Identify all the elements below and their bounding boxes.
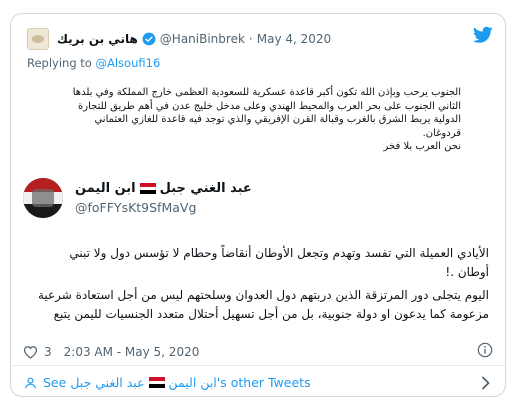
replying-to-line: Replying to @Alsoufi16 [27, 56, 467, 70]
author-name-part1: ابن اليمن [75, 181, 136, 196]
tweet-timestamp[interactable]: 2:03 AM - May 5, 2020 [64, 345, 200, 359]
quoted-text-line: الدولية يربط الشرق بالغرب وقبالة القرن ا… [94, 114, 461, 125]
author-name[interactable]: ابن اليمن عبد الغني جبل [75, 181, 252, 196]
separator-dot: · [248, 32, 253, 46]
tweet-meta-row: 3 2:03 AM - May 5, 2020 [23, 345, 199, 359]
footer-name-part1: ابن اليمن [168, 375, 217, 390]
see-label: See [43, 375, 67, 390]
quoted-tweet[interactable]: هاني بن بريك @HaniBinbrek · May 4, 2020 … [27, 28, 467, 70]
tweet-text-line: مزعومة كما يدعون او دولة جنوبية، بل من أ… [53, 307, 489, 321]
twitter-bird-icon[interactable] [473, 26, 493, 44]
tweet-text-line: اليوم يتجلى دور المرتزقة الذين دربتهم دو… [37, 288, 489, 302]
replying-to-link[interactable]: @Alsoufi16 [96, 56, 161, 70]
tweet-footer: See عبد الغني جبل ابن اليمن 's other Twe… [11, 365, 505, 396]
quoted-author-handle[interactable]: @HaniBinbrek [160, 32, 245, 46]
tweet-text-line: أوطان .! [445, 265, 489, 279]
yemen-flag-icon [139, 183, 156, 194]
tweet-text: الأيادي العميلة التي تفسد وتهدم وتجعل ال… [23, 244, 489, 324]
author-avatar[interactable] [23, 178, 63, 218]
quoted-tweet-header: هاني بن بريك @HaniBinbrek · May 4, 2020 [27, 28, 467, 50]
person-icon [25, 377, 36, 388]
replying-prefix: Replying to [27, 56, 96, 70]
quoted-tweet-date[interactable]: May 4, 2020 [257, 32, 331, 46]
quoted-text-line: الثاني الجنوب على بحر العرب والمحيط الهن… [78, 100, 461, 112]
heart-icon[interactable] [23, 345, 38, 359]
tweet-text-line: الأيادي العميلة التي تفسد وتهدم وتجعل ال… [69, 246, 489, 260]
quoted-author-name[interactable]: هاني بن بريك [57, 32, 138, 46]
embedded-tweet-card: هاني بن بريك @HaniBinbrek · May 4, 2020 … [10, 13, 506, 397]
chevron-right-icon[interactable] [481, 376, 491, 390]
author-name-part2: عبد الغني جبل [159, 181, 252, 196]
quoted-text-line: الجنوب يرحب وبإذن الله تكون أكبر قاعدة ع… [72, 87, 461, 98]
author-handle[interactable]: @foFFYsKt9SfMaVg [75, 200, 196, 215]
info-icon[interactable] [477, 342, 493, 358]
quoted-text-line: قردوغان. [422, 127, 461, 139]
tweet-header: ابن اليمن عبد الغني جبل @foFFYsKt9SfMaVg [23, 178, 483, 222]
see-other-tweets-link[interactable]: See عبد الغني جبل ابن اليمن 's other Twe… [23, 375, 311, 390]
quoted-author-avatar[interactable] [27, 28, 49, 50]
verified-badge-icon [142, 32, 156, 46]
footer-suffix: 's other Tweets [216, 375, 311, 390]
quoted-tweet-text: الجنوب يرحب وبإذن الله تكون أكبر قاعدة ع… [31, 86, 461, 154]
footer-name-part2: عبد الغني جبل [70, 375, 145, 390]
like-count[interactable]: 3 [44, 345, 52, 359]
quoted-text-line: نحن العرب بلا فخر [383, 141, 461, 152]
yemen-flag-icon [148, 377, 165, 388]
